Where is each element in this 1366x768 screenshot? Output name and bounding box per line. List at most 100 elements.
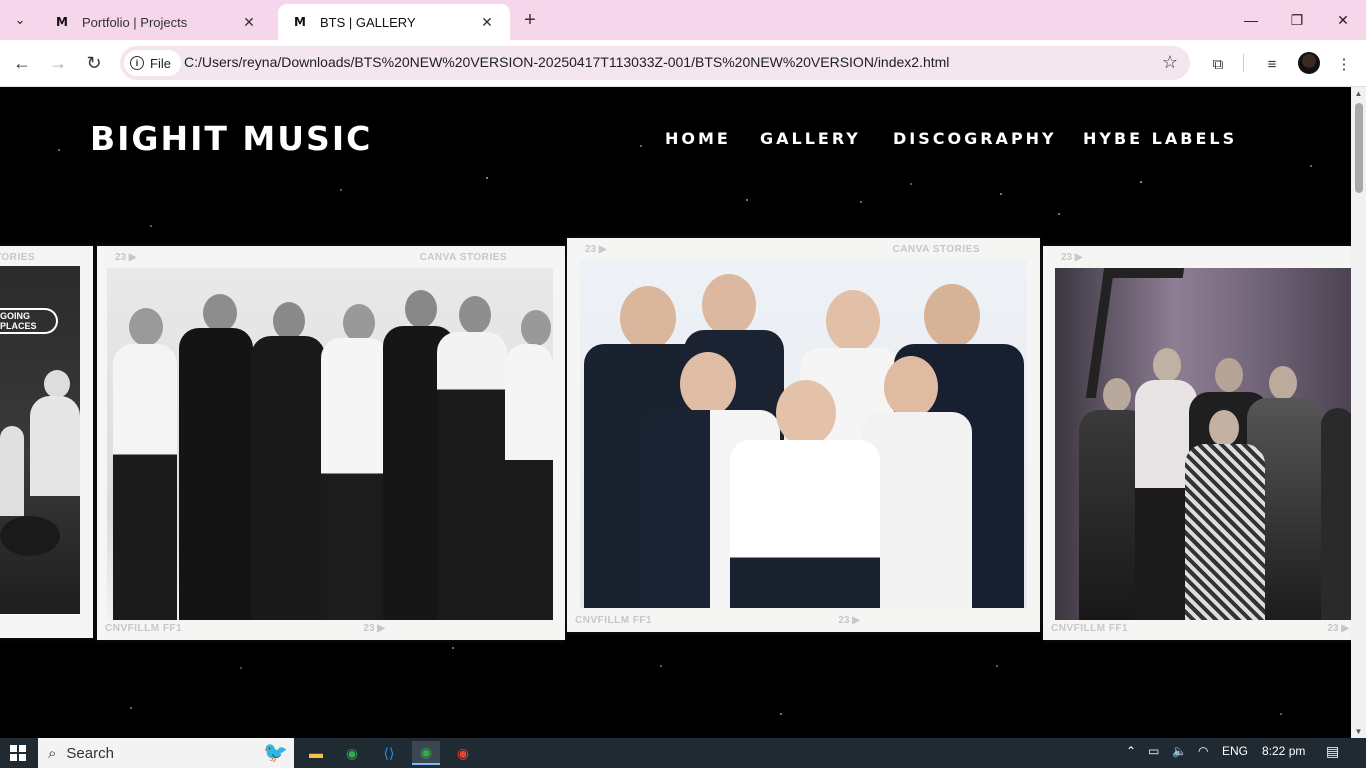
tab-portfolio[interactable]: M Portfolio | Projects ✕ xyxy=(40,4,272,40)
card-label-bottom-left: CNVFILLM FF1 xyxy=(105,623,183,634)
restore-button[interactable]: ❐ xyxy=(1274,0,1320,40)
file-explorer-icon[interactable]: ▬ xyxy=(302,741,330,765)
card-photo xyxy=(580,260,1027,608)
person-body xyxy=(1185,444,1265,620)
scroll-up-icon[interactable]: ▲ xyxy=(1354,89,1363,98)
page-viewport: BIGHIT MUSIC HOME GALLERY DISCOGRAPHY HY… xyxy=(0,87,1351,738)
person-body xyxy=(179,328,253,620)
card-label-bottom-right: 23 ▶ xyxy=(838,615,860,626)
extensions-icon[interactable]: ⧉ xyxy=(1206,52,1230,76)
star-dot xyxy=(340,189,342,191)
chrome-icon[interactable]: ◉ xyxy=(338,741,366,765)
volume-icon[interactable]: 🔈 xyxy=(1172,744,1187,758)
person-head xyxy=(521,310,551,346)
person-head xyxy=(44,370,70,398)
url-text[interactable]: C:/Users/reyna/Downloads/BTS%20NEW%20VER… xyxy=(184,54,949,70)
profile-avatar[interactable] xyxy=(1298,52,1320,74)
chevron-up-icon[interactable]: ⌃ xyxy=(1126,744,1136,758)
scroll-thumb[interactable] xyxy=(1355,103,1363,193)
search-icon: ⌕ xyxy=(48,744,57,762)
chrome-active-icon[interactable]: ◉ xyxy=(412,741,440,765)
person-body xyxy=(113,344,177,620)
star-dot xyxy=(780,713,782,715)
table-prop xyxy=(0,516,60,556)
clock[interactable]: 8:22 pm xyxy=(1262,744,1305,758)
person-head xyxy=(826,290,880,352)
info-icon: i xyxy=(130,56,144,70)
chrome-profile-icon[interactable]: ◉ xyxy=(449,741,477,765)
nav-discography-link[interactable]: DISCOGRAPHY xyxy=(893,129,1057,148)
wifi-icon[interactable]: ◠ xyxy=(1198,744,1208,758)
card-photo xyxy=(107,268,553,620)
site-info-chip[interactable]: i File xyxy=(124,50,181,76)
page-scrollbar[interactable]: ▲ ▼ xyxy=(1351,87,1366,738)
card-label-top-left: 23 ▶ xyxy=(585,244,607,255)
minimize-button[interactable]: — xyxy=(1228,0,1274,40)
star-dot xyxy=(1140,181,1142,183)
bookmark-star-icon[interactable]: ☆ xyxy=(1162,52,1178,73)
taskbar-search[interactable]: ⌕ Search 🐦 xyxy=(38,738,294,768)
notification-icon[interactable]: ▤ xyxy=(1326,743,1339,760)
card-label-top-right: CANVA STORIES xyxy=(419,252,507,263)
vscode-icon[interactable]: ⟨⟩ xyxy=(375,741,403,765)
person-head xyxy=(776,380,836,446)
person-head xyxy=(1103,378,1131,412)
windows-start-icon[interactable] xyxy=(10,745,26,761)
site-logo[interactable]: BIGHIT MUSIC xyxy=(90,119,372,158)
browser-toolbar: ← → ↻ i File C:/Users/reyna/Downloads/BT… xyxy=(0,40,1366,87)
arrow-right-icon: → xyxy=(49,52,67,73)
language-indicator[interactable]: ENG xyxy=(1222,744,1248,758)
person-head xyxy=(273,302,305,340)
star-dot xyxy=(910,183,912,185)
person-head xyxy=(924,284,980,348)
nav-hybe-labels-link[interactable]: HYBE LABELS xyxy=(1083,129,1237,148)
window-close-button[interactable]: ✕ xyxy=(1320,0,1366,40)
person-head xyxy=(1209,410,1239,446)
tab-gallery[interactable]: M BTS | GALLERY ✕ xyxy=(278,4,510,40)
address-bar[interactable]: i File C:/Users/reyna/Downloads/BTS%20NE… xyxy=(120,46,1190,80)
tab-favicon-icon: M xyxy=(56,15,68,29)
new-tab-button[interactable]: + xyxy=(518,8,542,32)
nav-gallery-link[interactable]: GALLERY xyxy=(760,129,861,148)
back-button[interactable]: ← xyxy=(7,48,37,78)
star-dot xyxy=(996,665,998,667)
star-dot xyxy=(1280,713,1282,715)
gallery-card[interactable]: 23 ▶ CANVA STORIES CNVFILLM FF1 23 ▶ xyxy=(97,246,565,640)
person-head xyxy=(702,274,756,336)
close-icon[interactable]: ✕ xyxy=(240,13,258,31)
gallery-card[interactable]: 23 ▶ CNVFILLM FF1 23 ▶ xyxy=(1043,246,1351,640)
gallery-card[interactable]: STORIES GOING PLACES xyxy=(0,246,93,638)
star-dot xyxy=(486,177,488,179)
person-head xyxy=(680,352,736,416)
gallery-card-featured[interactable]: 23 ▶ CANVA STORIES CNVFILLM FF1 23 ▶ xyxy=(567,238,1040,632)
tab-favicon-icon: M xyxy=(294,15,306,29)
scroll-down-icon[interactable]: ▼ xyxy=(1354,727,1363,736)
battery-icon[interactable]: ▭ xyxy=(1148,744,1159,758)
person-body xyxy=(1321,408,1351,620)
tab-title: BTS | GALLERY xyxy=(320,14,416,30)
nav-home-link[interactable]: HOME xyxy=(665,129,731,148)
bird-icon: 🐦 xyxy=(263,742,288,764)
person-head xyxy=(405,290,437,328)
menu-icon[interactable]: ⋮ xyxy=(1332,52,1356,76)
close-icon[interactable]: ✕ xyxy=(478,13,496,31)
forward-button[interactable]: → xyxy=(43,48,73,78)
tab-search-button[interactable]: ⌄ xyxy=(6,6,34,34)
card-label-top-right: STORIES xyxy=(0,252,35,263)
reload-icon: ↻ xyxy=(86,52,102,73)
person-head xyxy=(203,294,237,332)
card-label-bottom-left: CNVFILLM FF1 xyxy=(1051,623,1129,634)
chevron-down-icon: ⌄ xyxy=(14,12,26,27)
card-label-top-right: CANVA STORIES xyxy=(892,244,980,255)
star-dot xyxy=(1000,193,1002,195)
star-dot xyxy=(452,647,454,649)
star-dot xyxy=(860,201,862,203)
star-dot xyxy=(746,199,748,201)
reload-button[interactable]: ↻ xyxy=(79,48,109,78)
person-head xyxy=(129,308,163,346)
person-head xyxy=(1269,366,1297,400)
media-controls-icon[interactable]: ≡ xyxy=(1260,52,1284,76)
card-photo: GOING PLACES xyxy=(0,266,80,614)
card-label-bottom-right: 23 ▶ xyxy=(363,623,385,634)
card-label-bottom-right: 23 ▶ xyxy=(1327,623,1349,634)
